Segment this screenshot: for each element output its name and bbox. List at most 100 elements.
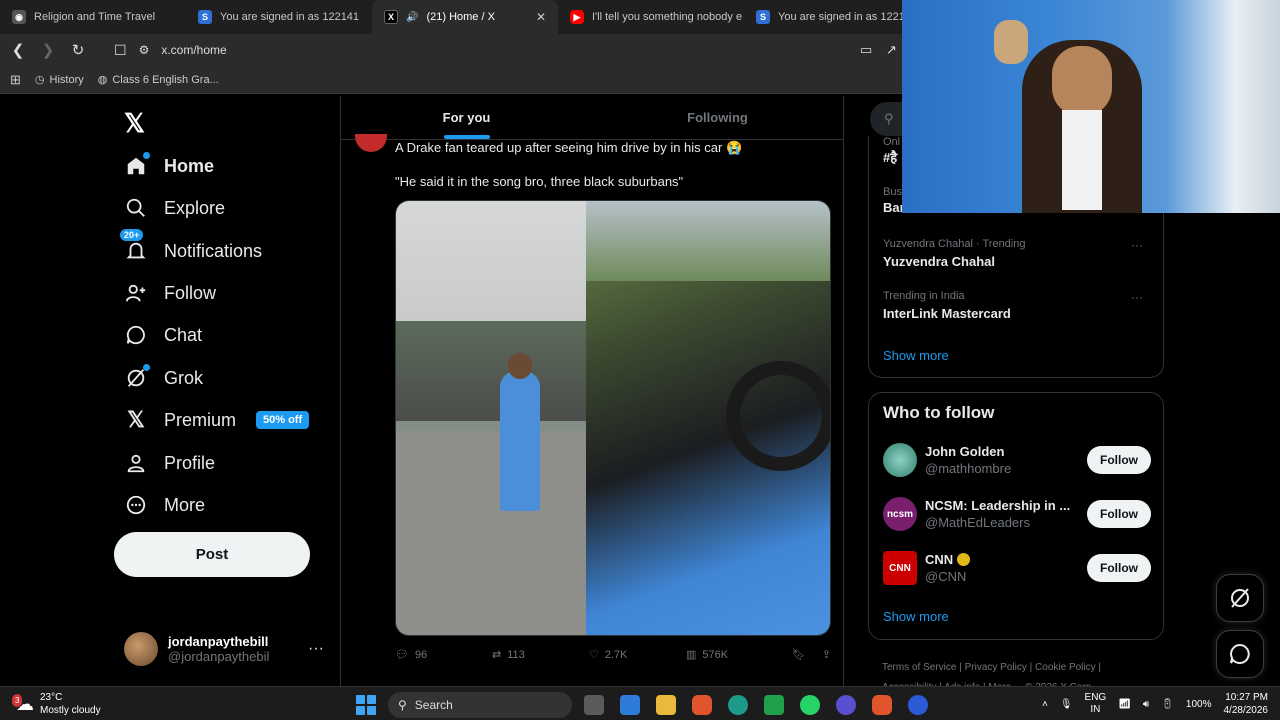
nav-grok[interactable]: Grok xyxy=(124,364,203,390)
nav-follow[interactable]: Follow xyxy=(124,281,216,305)
trend-item[interactable]: Trending in India InterLink Mastercard ·… xyxy=(883,290,1151,321)
tab-for-you[interactable]: For you xyxy=(341,96,592,139)
suggestion-handle: @CNN xyxy=(925,569,967,584)
heart-icon: ♡ xyxy=(589,649,599,661)
nav-label: Follow xyxy=(164,282,217,303)
brave-icon[interactable] xyxy=(872,695,892,715)
reply-button[interactable]: 💬︎ 96 xyxy=(395,648,492,662)
share-icon[interactable]: ⇪ xyxy=(822,648,831,661)
nav-profile[interactable]: Profile xyxy=(124,451,215,475)
more-dots-icon[interactable]: ··· xyxy=(1131,290,1143,304)
edge-icon[interactable] xyxy=(728,695,748,715)
bookmark-icon[interactable]: ☐ xyxy=(114,42,127,59)
file-explorer-icon[interactable] xyxy=(656,695,676,715)
feed-tabs: For you Following xyxy=(341,96,843,140)
views-button[interactable]: ▥ 576K xyxy=(686,648,783,662)
nav-more[interactable]: More xyxy=(124,493,205,517)
back-icon[interactable]: ❮ xyxy=(6,41,30,59)
nav-premium[interactable]: 𝕏 Premium 50% off xyxy=(124,407,310,432)
temperature: 23°C xyxy=(40,692,63,703)
chat-fab-button[interactable] xyxy=(1216,630,1264,678)
wifi-icon[interactable]: 📶︎ xyxy=(1118,699,1131,710)
whatsapp-icon[interactable] xyxy=(800,695,820,715)
browser-tab-active[interactable]: X 🔊 (21) Home / X ✕ xyxy=(372,0,558,34)
more-dots-icon[interactable]: ··· xyxy=(308,640,324,658)
follow-suggestion[interactable]: ncsm NCSM: Leadership in ... @MathEdLead… xyxy=(883,497,1151,531)
nav-notifications[interactable]: 20+ Notifications xyxy=(120,229,262,263)
tab-following[interactable]: Following xyxy=(592,96,843,139)
steering-wheel xyxy=(726,361,830,471)
browser-tab[interactable]: ◉ Religion and Time Travel xyxy=(0,0,186,34)
tab-title: Religion and Time Travel xyxy=(34,11,156,23)
browser-tab[interactable]: ▶ I'll tell you something nobody e xyxy=(558,0,744,34)
trend-meta: Yuzvendra Chahal · Trending xyxy=(883,238,1026,250)
weather-widget[interactable]: ☁ 3 23°C Mostly cloudy xyxy=(12,691,101,717)
tweet-avatar[interactable] xyxy=(355,134,387,152)
follow-suggestion[interactable]: John Golden @mathhombre Follow xyxy=(883,443,1151,477)
post-button[interactable]: Post xyxy=(114,532,310,577)
microphone-icon[interactable]: 🎙︎ xyxy=(1060,699,1073,710)
account-handle: @jordanpaythebil xyxy=(168,649,270,664)
battery-percent: 100% xyxy=(1185,698,1212,710)
follow-button[interactable]: Follow xyxy=(1087,500,1151,528)
show-more-link[interactable]: Show more xyxy=(883,609,949,624)
date: 4/28/2026 xyxy=(1223,705,1269,716)
browser-tab[interactable]: S You are signed in as 122141 xyxy=(186,0,372,34)
reload-icon[interactable]: ↻ xyxy=(66,41,90,59)
trend-item[interactable]: Yuzvendra Chahal · Trending Yuzvendra Ch… xyxy=(883,238,1151,269)
bookmark-class6[interactable]: ◍ Class 6 English Gra... xyxy=(97,73,219,87)
taskbar-search[interactable]: ⚲ Search xyxy=(388,692,572,718)
footer-link[interactable]: Privacy Policy xyxy=(965,662,1027,673)
footer-link[interactable]: Cookie Policy xyxy=(1035,662,1096,673)
zoom-icon[interactable] xyxy=(908,695,928,715)
bookmark-icon[interactable]: 🔖︎ xyxy=(792,648,806,661)
account-switcher[interactable]: jordanpaythebill @jordanpaythebil ··· xyxy=(124,632,324,666)
follow-suggestion[interactable]: CNN CNN @CNN Follow xyxy=(883,551,1151,585)
close-tab-icon[interactable]: ✕ xyxy=(536,10,546,24)
views-icon: ▥ xyxy=(686,649,697,661)
nav-chat[interactable]: Chat xyxy=(124,323,202,347)
bell-icon: 20+ xyxy=(120,229,148,263)
nav-explore[interactable]: Explore xyxy=(124,196,225,220)
trend-meta: Trending in India xyxy=(883,290,965,302)
follow-button[interactable]: Follow xyxy=(1087,446,1151,474)
bookmark-history[interactable]: ◷ History xyxy=(35,73,84,87)
share-icon[interactable]: ↗ xyxy=(886,42,897,58)
repost-count: 113 xyxy=(507,648,525,661)
brave-icon[interactable] xyxy=(692,695,712,715)
tab-title: You are signed in as 122141 xyxy=(220,11,360,23)
suggestion-name: NCSM: Leadership in ... xyxy=(925,498,1071,513)
tab-favicon-icon: X xyxy=(384,10,398,24)
suggestion-name: John Golden xyxy=(925,444,1005,459)
app-icon[interactable] xyxy=(836,695,856,715)
notifications-badge: 20+ xyxy=(120,229,144,241)
language-indicator[interactable]: ENG IN xyxy=(1085,692,1107,716)
globe-icon: ◍ xyxy=(97,74,108,86)
volume-icon[interactable]: 🔊︎ xyxy=(1143,699,1149,710)
forward-icon[interactable]: ❯ xyxy=(36,41,60,59)
grok-fab-button[interactable] xyxy=(1216,574,1264,622)
like-button[interactable]: ♡ 2.7K xyxy=(589,648,686,662)
repost-button[interactable]: ⇄ 113 xyxy=(492,648,589,662)
trend-name: InterLink Mastercard xyxy=(883,306,1011,321)
tweet-media[interactable] xyxy=(395,200,831,636)
site-info-icon[interactable]: ⚙ xyxy=(139,43,150,57)
task-view-icon[interactable] xyxy=(584,695,604,715)
x-logo-icon[interactable]: 𝕏 xyxy=(124,108,145,139)
chevron-up-icon[interactable]: ˄ xyxy=(1042,699,1048,710)
battery-icon[interactable]: 🔋︎ xyxy=(1161,699,1174,710)
more-dots-icon[interactable]: ··· xyxy=(1131,238,1143,252)
clock[interactable]: 10:27 PM 4/28/2026 xyxy=(1224,691,1269,717)
url-field[interactable]: ☐ ⚙ x.com/home xyxy=(114,37,794,63)
app-icon[interactable] xyxy=(764,695,784,715)
tweet-actions: 💬︎ 96 ⇄ 113 ♡ 2.7K ▥ 576K 🔖︎ ⇪ xyxy=(395,648,831,662)
footer-link[interactable]: Terms of Service xyxy=(882,662,956,673)
follow-button[interactable]: Follow xyxy=(1087,554,1151,582)
read-mode-icon[interactable]: ▭ xyxy=(860,42,872,58)
store-icon[interactable] xyxy=(620,695,640,715)
apps-grid-icon[interactable]: ⊞ xyxy=(10,72,21,88)
nav-home[interactable]: Home xyxy=(124,152,214,178)
show-more-link[interactable]: Show more xyxy=(883,348,949,363)
nav-label: More xyxy=(164,494,206,515)
windows-start-icon[interactable] xyxy=(356,695,376,715)
